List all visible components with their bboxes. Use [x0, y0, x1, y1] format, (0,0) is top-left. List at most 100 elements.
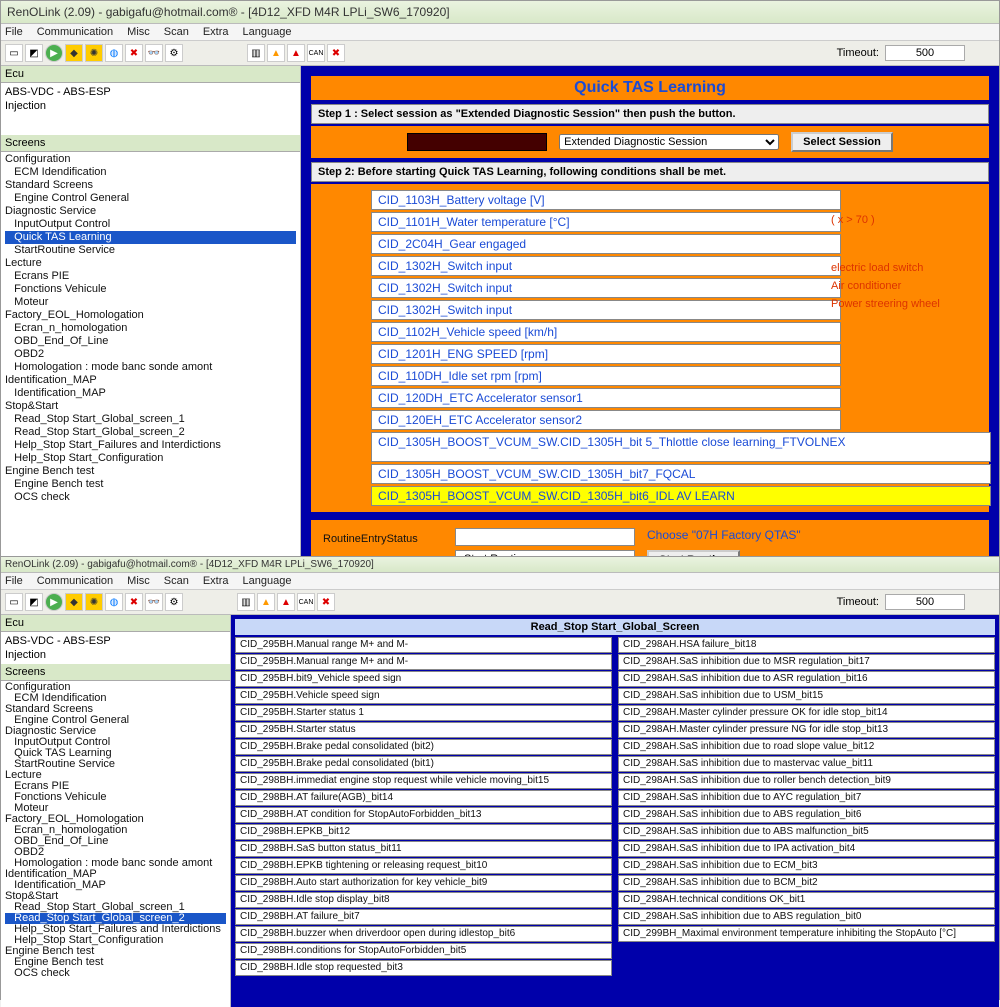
data-row: CID_298AH.SaS inhibition due to ASR regu… [618, 671, 995, 687]
icon[interactable]: ✺ [85, 44, 103, 62]
tree-item[interactable]: StartRoutine Service [5, 244, 296, 257]
play-icon[interactable]: ▶ [45, 44, 63, 62]
open-icon[interactable]: ▭ [5, 44, 23, 62]
session-indicator [407, 133, 547, 151]
start-routine-button[interactable]: Start Routine [647, 550, 740, 556]
screens-header: Screens [1, 135, 300, 152]
tree-item[interactable]: Read_Stop Start_Global_screen_1 [5, 413, 296, 426]
binoculars-icon[interactable]: 👓 [145, 44, 163, 62]
data-row: CID_295BH.Brake pedal consolidated (bit1… [235, 756, 612, 772]
icon[interactable]: ▥ [247, 44, 265, 62]
cid-field: CID_1101H_Water temperature [°C] [371, 212, 841, 232]
cid-field: CID_1302H_Switch input [371, 278, 841, 298]
title-bar: RenOLink (2.09) - gabigafu@hotmail.com® … [1, 1, 999, 24]
tree-item[interactable]: Factory_EOL_Homologation [5, 309, 296, 322]
data-row: CID_295BH.Manual range M+ and M- [235, 654, 612, 670]
tree-item[interactable]: Help_Stop Start_Failures and Interdictio… [5, 439, 296, 452]
tree-item[interactable]: Ecran_n_homologation [5, 322, 296, 335]
data-row: CID_295BH.Brake pedal consolidated (bit2… [235, 739, 612, 755]
tree-item[interactable]: Ecrans PIE [5, 270, 296, 283]
icon[interactable]: ◩ [25, 44, 43, 62]
menu-communication[interactable]: Communication [37, 26, 113, 38]
icon[interactable]: ◆ [65, 44, 83, 62]
data-row: CID_298BH.EPKB tightening or releasing r… [235, 858, 612, 874]
main-panel: Quick TAS Learning Step 1 : Select sessi… [301, 66, 999, 556]
settings-icon[interactable]: ⚙ [165, 44, 183, 62]
side-note: electric load switch [831, 262, 923, 274]
data-row: CID_298AH.SaS inhibition due to ABS regu… [618, 807, 995, 823]
select-session-button[interactable]: Select Session [791, 132, 893, 152]
data-row: CID_298BH.AT failure(AGB)_bit14 [235, 790, 612, 806]
tree-item[interactable]: Configuration [5, 153, 296, 166]
tree-item[interactable]: Diagnostic Service [5, 205, 296, 218]
tree-item[interactable]: Homologation : mode banc sonde amont [5, 361, 296, 374]
tree-item[interactable]: Identification_MAP [5, 374, 296, 387]
data-row: CID_298AH.HSA failure_bit18 [618, 637, 995, 653]
title-bar: RenOLink (2.09) - gabigafu@hotmail.com® … [1, 557, 999, 573]
tree-item[interactable]: Lecture [5, 257, 296, 270]
data-row: CID_298BH.SaS button status_bit11 [235, 841, 612, 857]
close-icon[interactable]: ✖ [327, 44, 345, 62]
menu-file[interactable]: File [5, 26, 23, 38]
tree-item[interactable]: Moteur [5, 296, 296, 309]
data-row: CID_298BH.AT failure_bit7 [235, 909, 612, 925]
tree-item[interactable]: Engine Bench test [5, 478, 296, 491]
data-row: CID_298AH.SaS inhibition due to ABS malf… [618, 824, 995, 840]
cid-field: CID_120DH_ETC Accelerator sensor1 [371, 388, 841, 408]
data-row: CID_298BH.conditions for StopAutoForbidd… [235, 943, 612, 959]
tree-item[interactable]: Identification_MAP [5, 387, 296, 400]
step2-label: Step 2: Before starting Quick TAS Learni… [311, 162, 989, 182]
tree-item[interactable]: Read_Stop Start_Global_screen_2 [5, 426, 296, 439]
menu-language[interactable]: Language [243, 26, 292, 38]
tree-item[interactable]: Standard Screens [5, 179, 296, 192]
data-row: CID_298BH.buzzer when driverdoor open du… [235, 926, 612, 942]
can-icon[interactable]: CAN [307, 44, 325, 62]
tree-item[interactable]: OCS check [5, 968, 226, 979]
data-row: CID_298AH.SaS inhibition due to road slo… [618, 739, 995, 755]
data-row: CID_298AH.SaS inhibition due to roller b… [618, 773, 995, 789]
ecu-header: Ecu [1, 66, 300, 83]
tree-item[interactable]: InputOutput Control [5, 218, 296, 231]
cid-field: CID_1103H_Battery voltage [V] [371, 190, 841, 210]
page-title: Quick TAS Learning [311, 76, 989, 100]
tree-item[interactable]: Engine Bench test [5, 465, 296, 478]
data-row: CID_298AH.SaS inhibition due to MSR regu… [618, 654, 995, 670]
data-row: CID_295BH.Starter status 1 [235, 705, 612, 721]
tree-item[interactable]: OBD2 [5, 348, 296, 361]
menu-bar: File Communication Misc Scan Extra Langu… [1, 573, 999, 590]
data-row: CID_298AH.SaS inhibition due to USM_bit1… [618, 688, 995, 704]
tree-item[interactable]: Fonctions Vehicule [5, 283, 296, 296]
data-row: CID_298BH.AT condition for StopAutoForbi… [235, 807, 612, 823]
menu-misc[interactable]: Misc [127, 26, 150, 38]
data-row: CID_298AH.technical conditions OK_bit1 [618, 892, 995, 908]
data-row: CID_299BH_Maximal environment temperatur… [618, 926, 995, 942]
warning-icon[interactable]: ▲ [267, 44, 285, 62]
screen-title: Read_Stop Start_Global_Screen [235, 619, 995, 635]
menu-extra[interactable]: Extra [203, 26, 229, 38]
close-icon[interactable]: ✖ [125, 44, 143, 62]
data-row: CID_298AH.SaS inhibition due to AYC regu… [618, 790, 995, 806]
data-row: CID_298AH.SaS inhibition due to BCM_bit2 [618, 875, 995, 891]
cid-field: CID_1302H_Switch input [371, 300, 841, 320]
timeout-label: Timeout: [837, 47, 879, 59]
tree-item[interactable]: OBD_End_Of_Line [5, 335, 296, 348]
data-row: CID_298AH.SaS inhibition due to ECM_bit3 [618, 858, 995, 874]
side-note: Power streering wheel [831, 298, 940, 310]
screens-tree: Configuration ECM IdendificationStandard… [1, 152, 300, 556]
tree-item[interactable]: Quick TAS Learning [5, 231, 296, 244]
ecu-list[interactable]: ABS-VDC - ABS-ESP Injection [1, 83, 300, 135]
tree-item[interactable]: Engine Control General [5, 192, 296, 205]
start-routine-select[interactable]: Start Routine [455, 550, 635, 556]
session-select[interactable]: Extended Diagnostic Session [559, 134, 779, 150]
globe-icon[interactable]: ◍ [105, 44, 123, 62]
timeout-input[interactable] [885, 45, 965, 61]
tree-item[interactable]: ECM Idendification [5, 166, 296, 179]
tree-item[interactable]: OCS check [5, 491, 296, 504]
routine-field[interactable] [455, 528, 635, 546]
data-row: CID_298AH.SaS inhibition due to masterva… [618, 756, 995, 772]
tree-item[interactable]: Stop&Start [5, 400, 296, 413]
menu-scan[interactable]: Scan [164, 26, 189, 38]
field: CID_1305H_BOOST_VCUM_SW.CID_1305H_bit7_F… [371, 464, 991, 484]
tree-item[interactable]: Help_Stop Start_Configuration [5, 452, 296, 465]
warning-icon[interactable]: ▲ [287, 44, 305, 62]
